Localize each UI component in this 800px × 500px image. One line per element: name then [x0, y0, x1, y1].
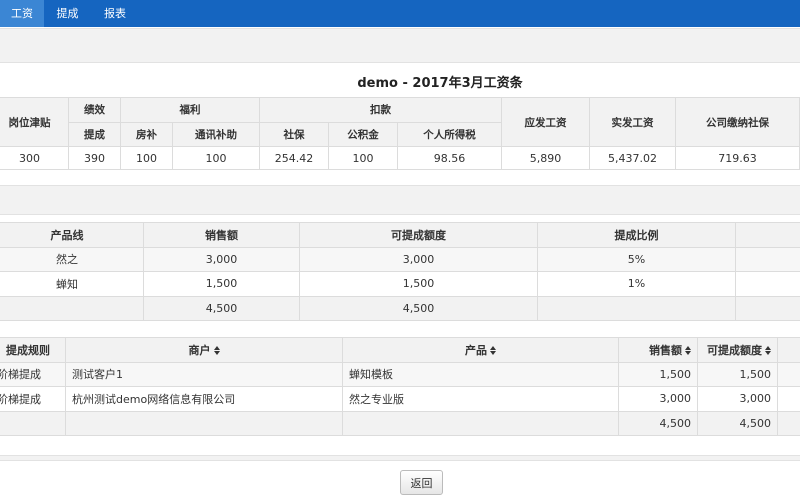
cell-merchant: 杭州测试demo网络信息有限公司 — [65, 386, 343, 412]
cell-rule: 阶梯提成 — [0, 361, 66, 387]
header-welfare: 福利 — [120, 97, 260, 123]
sort-icon[interactable] — [685, 345, 691, 355]
cell-empty — [0, 410, 66, 436]
cell-empty — [537, 295, 736, 321]
cell-gross-pay: 5,890 — [501, 146, 591, 170]
header-company-social: 公司缴纳社保 — [675, 97, 800, 147]
payslip-table: 岗位津贴 绩效 福利 扣款 应发工资 实发工资 公司缴纳社保 提成 房补 通讯补… — [0, 97, 800, 170]
cell-housing-fund: 100 — [328, 146, 398, 170]
header-sales[interactable]: 销售额 — [618, 337, 698, 363]
cell-filler — [735, 246, 800, 272]
cell-company-social: 719.63 — [675, 146, 800, 170]
total-row: 4,500 4,500 — [0, 410, 800, 436]
cell-filler — [735, 295, 800, 321]
cell-commission: 390 — [68, 146, 121, 170]
cell-product-line: 然之 — [0, 246, 144, 272]
cell-product: 蝉知模板 — [342, 361, 619, 387]
cell-commissionable: 3,000 — [697, 386, 778, 412]
header-merchant-label: 商户 — [188, 343, 211, 357]
table-row: 然之 3,000 3,000 5% — [0, 246, 800, 272]
cell-commissionable: 1,500 — [697, 361, 778, 387]
cell-sales: 1,500 — [143, 271, 300, 297]
total-row: 4,500 4,500 — [0, 295, 800, 321]
cell-filler — [777, 410, 800, 436]
cell-position-allowance: 300 — [0, 146, 69, 170]
cell-sales: 3,000 — [143, 246, 300, 272]
cell-income-tax: 98.56 — [396, 146, 503, 170]
cell-total-sales: 4,500 — [618, 410, 698, 436]
cell-product: 然之专业版 — [342, 386, 619, 412]
header-position-allowance: 岗位津贴 — [0, 97, 69, 147]
cell-housing: 100 — [120, 146, 173, 170]
cell-filler — [777, 386, 800, 412]
sort-icon[interactable] — [765, 345, 771, 355]
header-commission: 提成 — [68, 121, 121, 147]
header-social-security: 社保 — [259, 121, 329, 147]
page-title: demo - 2017年3月工资条 — [357, 76, 523, 91]
table-row: 阶梯提成 杭州测试demo网络信息有限公司 然之专业版 3,000 3,000 — [0, 386, 800, 412]
cell-filler — [777, 361, 800, 387]
back-button[interactable]: 返回 — [400, 470, 443, 495]
cell-sales: 1,500 — [618, 361, 698, 387]
header-deductions: 扣款 — [258, 97, 503, 123]
cell-sales: 3,000 — [618, 386, 698, 412]
header-filler — [777, 337, 800, 363]
header-income-tax: 个人所得税 — [396, 121, 503, 147]
header-product[interactable]: 产品 — [342, 337, 619, 363]
cell-total-commissionable: 4,500 — [697, 410, 778, 436]
table-row: 阶梯提成 测试客户1 蝉知模板 1,500 1,500 — [0, 361, 800, 387]
cell-commissionable: 3,000 — [299, 246, 538, 272]
cell-ratio: 1% — [537, 271, 736, 297]
section-divider — [0, 185, 800, 215]
header-ratio: 提成比例 — [537, 222, 736, 248]
header-net-pay: 实发工资 — [589, 97, 677, 147]
toolbar-band — [0, 28, 800, 63]
cell-ratio: 5% — [537, 246, 736, 272]
header-rule: 提成规则 — [0, 337, 66, 363]
header-commissionable-label: 可提成额度 — [707, 343, 762, 357]
table-row: 300 390 100 100 254.42 100 98.56 5,890 5… — [0, 146, 800, 170]
cell-merchant: 测试客户1 — [65, 361, 343, 387]
header-sales: 销售额 — [143, 222, 300, 248]
tab-commission[interactable]: 提成 — [44, 0, 91, 27]
cell-net-pay: 5,437.02 — [589, 146, 677, 170]
header-gross-pay: 应发工资 — [501, 97, 591, 147]
cell-empty — [0, 295, 144, 321]
header-commissionable: 可提成额度 — [299, 222, 538, 248]
cell-telecom: 100 — [172, 146, 260, 170]
tab-reports[interactable]: 报表 — [91, 0, 139, 27]
cell-product-line: 蝉知 — [0, 271, 144, 297]
header-product-line: 产品线 — [0, 222, 144, 248]
tab-salary[interactable]: 工资 — [0, 0, 44, 27]
sort-icon[interactable] — [213, 345, 220, 355]
commission-rules-table: 提成规则 商户 产品 销售额 可提成额度 阶梯提成 测试客户1 蝉知模板 1,5… — [0, 337, 800, 436]
header-housing: 房补 — [120, 121, 173, 147]
cell-commissionable: 1,500 — [299, 271, 538, 297]
cell-empty — [342, 410, 619, 436]
product-table: 产品线 销售额 可提成额度 提成比例 然之 3,000 3,000 5% 蝉知 … — [0, 222, 800, 321]
header-filler — [735, 222, 800, 248]
header-performance: 绩效 — [68, 97, 121, 123]
table-row: 蝉知 1,500 1,500 1% — [0, 271, 800, 297]
cell-total-commissionable: 4,500 — [299, 295, 538, 321]
top-nav: 工资 提成 报表 — [0, 0, 800, 27]
header-telecom: 通讯补助 — [172, 121, 260, 147]
cell-filler — [735, 271, 800, 297]
sort-icon[interactable] — [490, 345, 496, 355]
cell-total-sales: 4,500 — [143, 295, 300, 321]
cell-social-security: 254.42 — [259, 146, 329, 170]
header-commissionable[interactable]: 可提成额度 — [697, 337, 778, 363]
cell-rule: 阶梯提成 — [0, 386, 66, 412]
header-housing-fund: 公积金 — [328, 121, 398, 147]
header-product-label: 产品 — [465, 343, 487, 357]
footer-divider — [0, 455, 800, 461]
cell-empty — [65, 410, 343, 436]
header-merchant[interactable]: 商户 — [65, 337, 343, 363]
header-sales-label: 销售额 — [649, 343, 682, 357]
